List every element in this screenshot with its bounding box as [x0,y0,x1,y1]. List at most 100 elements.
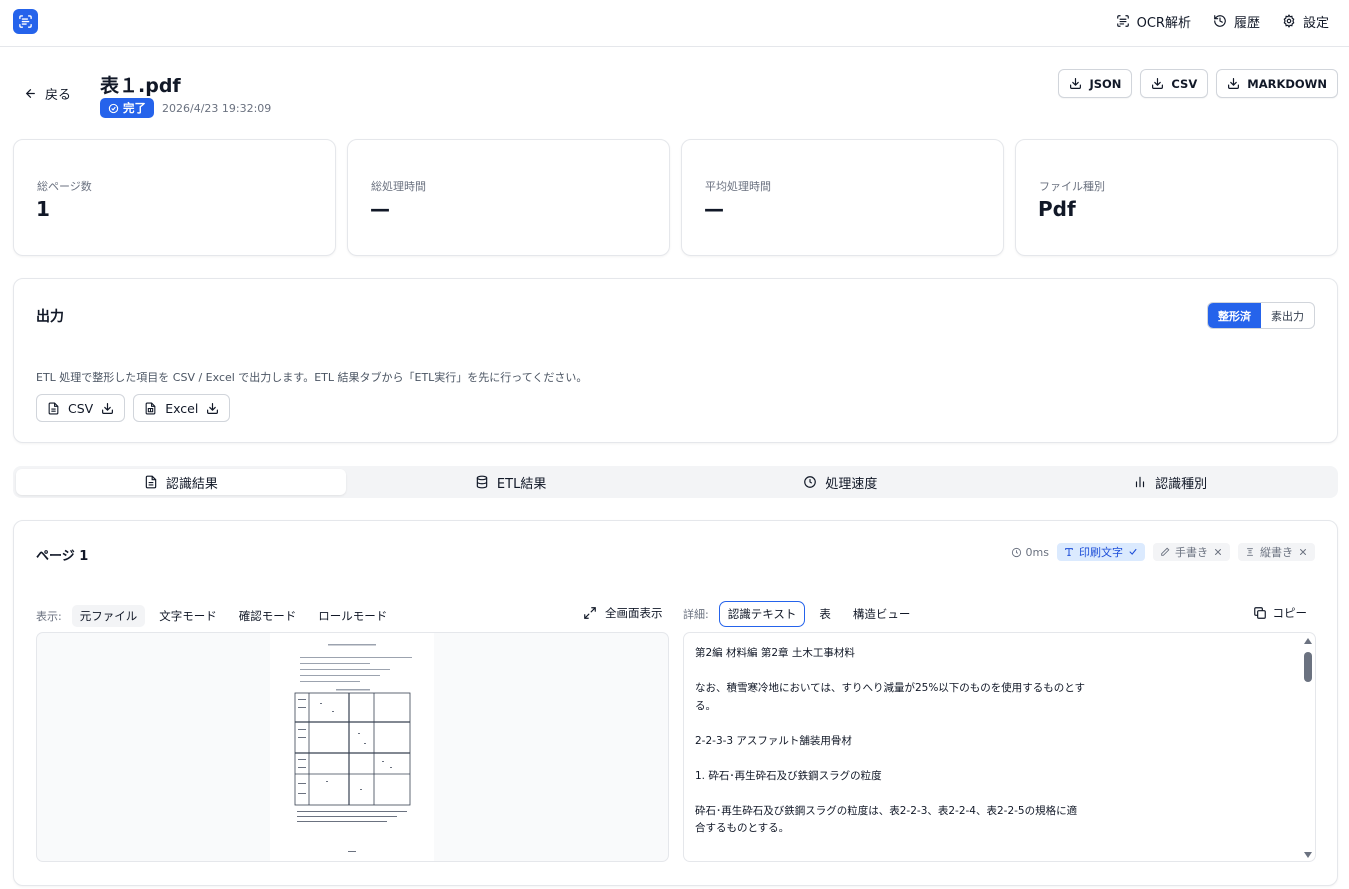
scrollbar[interactable] [1301,633,1315,861]
view-label: 表示: [36,610,62,623]
document-page-image [294,644,412,852]
view-confirm[interactable]: 確認モード [231,605,305,627]
nav-history[interactable]: 履歴 [1213,12,1260,31]
view-original[interactable]: 元ファイル [71,605,146,627]
recognized-text: 第2編 材料編 第2章 土木工事材料 なお、積雪寒冷地においては、すりへり減量が… [695,647,1085,834]
stat-label: ファイル種別 [1039,180,1105,193]
expand-icon [584,607,596,619]
scroll-down-icon[interactable] [1304,852,1312,858]
bar-chart-icon [1136,476,1145,488]
output-card: 出力 整形済 素出力 ETL 処理で整形した項目を CSV / Excel で出… [13,278,1338,443]
chip-handwritten[interactable]: 手書き [1153,543,1230,561]
output-description: ETL 処理で整形した項目を CSV / Excel で出力します。ETL 結果… [36,371,588,384]
download-icon [1070,78,1082,89]
output-buttons: CSV Excel [36,394,231,422]
tab-label: 処理速度 [825,476,878,492]
output-excel-label: Excel [165,400,199,416]
export-json-button[interactable]: JSON [1058,69,1133,98]
tab-etl[interactable]: ETL結果 [346,469,676,495]
top-bar: OCR解析 履歴 設定 [0,0,1349,47]
back-label: 戻る [45,88,72,103]
document-preview[interactable] [36,632,669,862]
export-buttons: JSON CSV MARKDOWN [1058,69,1338,98]
tab-speed[interactable]: 処理速度 [676,469,1006,495]
download-icon [207,402,219,414]
view-mode-row: 表示: 元ファイル 文字モード 確認モード ロールモード [36,605,395,627]
close-icon [1215,549,1221,555]
view-text[interactable]: 文字モード [151,605,225,627]
chip-label: 印刷文字 [1079,546,1123,559]
page-meta: 0ms 印刷文字 手書き 縦書き [1011,543,1315,561]
stat-label: 総処理時間 [371,180,426,193]
back-button[interactable]: 戻る [24,84,71,103]
top-nav: OCR解析 履歴 設定 [1116,0,1329,42]
copy-button[interactable]: コピー [1253,605,1307,621]
gear-icon [1283,14,1295,28]
check-circle-icon [108,103,119,113]
scan-icon [1116,15,1129,27]
chip-label: 縦書き [1260,546,1293,559]
chip-printed[interactable]: 印刷文字 [1057,543,1145,561]
file-spreadsheet-icon [145,402,156,414]
chip-label: 手書き [1175,546,1208,559]
database-icon [476,475,488,489]
stat-card-total-time: 総処理時間 — [347,139,670,256]
arrow-left-icon [25,89,35,98]
page-heading: ページ 1 [36,549,89,564]
status-row: 完了 2026/4/23 19:32:09 [100,98,271,118]
stat-card-pages: 総ページ数 1 [13,139,336,256]
nav-settings[interactable]: 設定 [1282,12,1329,31]
export-json-label: JSON [1089,76,1122,91]
scan-text-icon [19,15,32,28]
app-logo[interactable] [13,9,38,34]
output-csv-button[interactable]: CSV [36,394,126,422]
nav-ocr[interactable]: OCR解析 [1116,12,1191,31]
export-markdown-label: MARKDOWN [1247,76,1327,91]
stat-value: — [704,197,724,221]
view-role[interactable]: ロールモード [310,605,395,627]
tab-type[interactable]: 認識種別 [1005,469,1335,495]
stat-value: — [370,197,390,221]
toggle-raw[interactable]: 素出力 [1261,303,1314,328]
result-tabs: 認識結果 ETL結果 処理速度 認識種別 [13,466,1338,498]
fullscreen-button[interactable]: 全画面表示 [583,605,663,621]
tab-recognition[interactable]: 認識結果 [16,469,346,495]
scroll-up-icon[interactable] [1304,638,1312,644]
stat-card-file-type: ファイル種別 Pdf [1015,139,1338,256]
type-icon [1065,548,1073,556]
fullscreen-label: 全画面表示 [605,606,663,620]
detail-row: 詳細: 認識テキスト 表 構造ビュー [683,601,918,627]
stat-label: 平均処理時間 [705,180,771,193]
output-csv-label: CSV [68,400,94,416]
download-icon [1152,78,1164,89]
detail-table[interactable]: 表 [811,602,839,626]
output-excel-button[interactable]: Excel [133,394,231,422]
timestamp: 2026/4/23 19:32:09 [162,101,272,115]
export-markdown-button[interactable]: MARKDOWN [1216,69,1338,98]
document-thumbnail [270,633,434,861]
scroll-thumb[interactable] [1304,652,1312,682]
copy-icon [1253,607,1266,619]
check-icon [1129,548,1137,555]
detail-structure[interactable]: 構造ビュー [845,602,919,626]
clock-icon [804,476,817,488]
stat-card-avg-time: 平均処理時間 — [681,139,1004,256]
export-csv-button[interactable]: CSV [1140,69,1209,98]
stat-value: 1 [36,197,50,221]
detail-text[interactable]: 認識テキスト [718,601,806,627]
status-label: 完了 [123,101,146,115]
nav-ocr-label: OCR解析 [1136,15,1191,31]
vertical-text-icon [1247,548,1253,556]
detail-label: 詳細: [683,608,709,621]
clock-icon [1011,547,1021,557]
export-csv-label: CSV [1171,76,1198,91]
pen-icon [1161,547,1170,556]
chip-vertical[interactable]: 縦書き [1238,543,1315,561]
processing-time: 0ms [1011,546,1049,559]
recognized-text-panel[interactable]: 第2編 材料編 第2章 土木工事材料 なお、積雪寒冷地においては、すりへり減量が… [683,632,1316,862]
nav-history-label: 履歴 [1233,15,1260,31]
toggle-formatted[interactable]: 整形済 [1208,303,1261,328]
file-text-icon [48,402,59,414]
page-title: 表１.pdf [100,75,181,97]
tab-label: ETL結果 [496,476,547,492]
